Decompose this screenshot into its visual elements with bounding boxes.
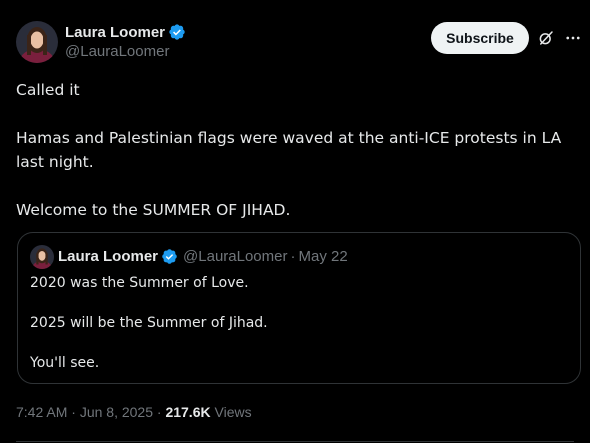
divider: [16, 441, 574, 442]
separator-dot: ·: [290, 248, 296, 265]
verified-badge-icon: [162, 249, 177, 264]
quoted-text-line: You'll see.: [30, 355, 100, 371]
author-avatar[interactable]: [16, 21, 58, 63]
tweet-time[interactable]: 7:42 AM: [16, 404, 67, 420]
grok-icon[interactable]: [537, 29, 555, 47]
views-count: 217.6K: [165, 404, 211, 420]
views-label: Views: [214, 404, 252, 420]
author-info: Laura Loomer @LauraLoomer: [65, 22, 186, 60]
subscribe-button[interactable]: Subscribe: [431, 22, 529, 54]
separator-dot: ·: [71, 404, 76, 420]
more-dots-icon[interactable]: [564, 29, 582, 47]
quoted-author-name: Laura Loomer: [58, 248, 159, 265]
author-display-name[interactable]: Laura Loomer: [65, 24, 165, 41]
quoted-author-avatar: [30, 245, 54, 269]
tweet-text-line: Welcome to the SUMMER OF JIHAD.: [16, 201, 291, 219]
quoted-text-line: 2025 will be the Summer of Jihad.: [30, 315, 268, 331]
tweet-meta: 7:42 AM · Jun 8, 2025 · 217.6K Views: [16, 404, 252, 420]
tweet-text: Called it Hamas and Palestinian flags we…: [16, 78, 576, 222]
tweet-date[interactable]: Jun 8, 2025: [80, 404, 153, 420]
quoted-tweet-text: 2020 was the Summer of Love. 2025 will b…: [30, 273, 570, 373]
quoted-tweet-header: Laura Loomer @LauraLoomer · May 22: [58, 248, 348, 265]
quoted-tweet-card[interactable]: Laura Loomer @LauraLoomer · May 22 2020 …: [17, 232, 581, 384]
quoted-text-line: 2020 was the Summer of Love.: [30, 275, 249, 291]
tweet-text-line: Called it: [16, 81, 80, 99]
quoted-tweet-date: May 22: [298, 248, 348, 265]
verified-badge-icon: [169, 24, 185, 40]
tweet-text-line: Hamas and Palestinian flags were waved a…: [16, 129, 562, 171]
author-handle[interactable]: @LauraLoomer: [65, 43, 186, 60]
separator-dot: ·: [156, 404, 162, 420]
quoted-author-handle: @LauraLoomer: [183, 248, 288, 265]
